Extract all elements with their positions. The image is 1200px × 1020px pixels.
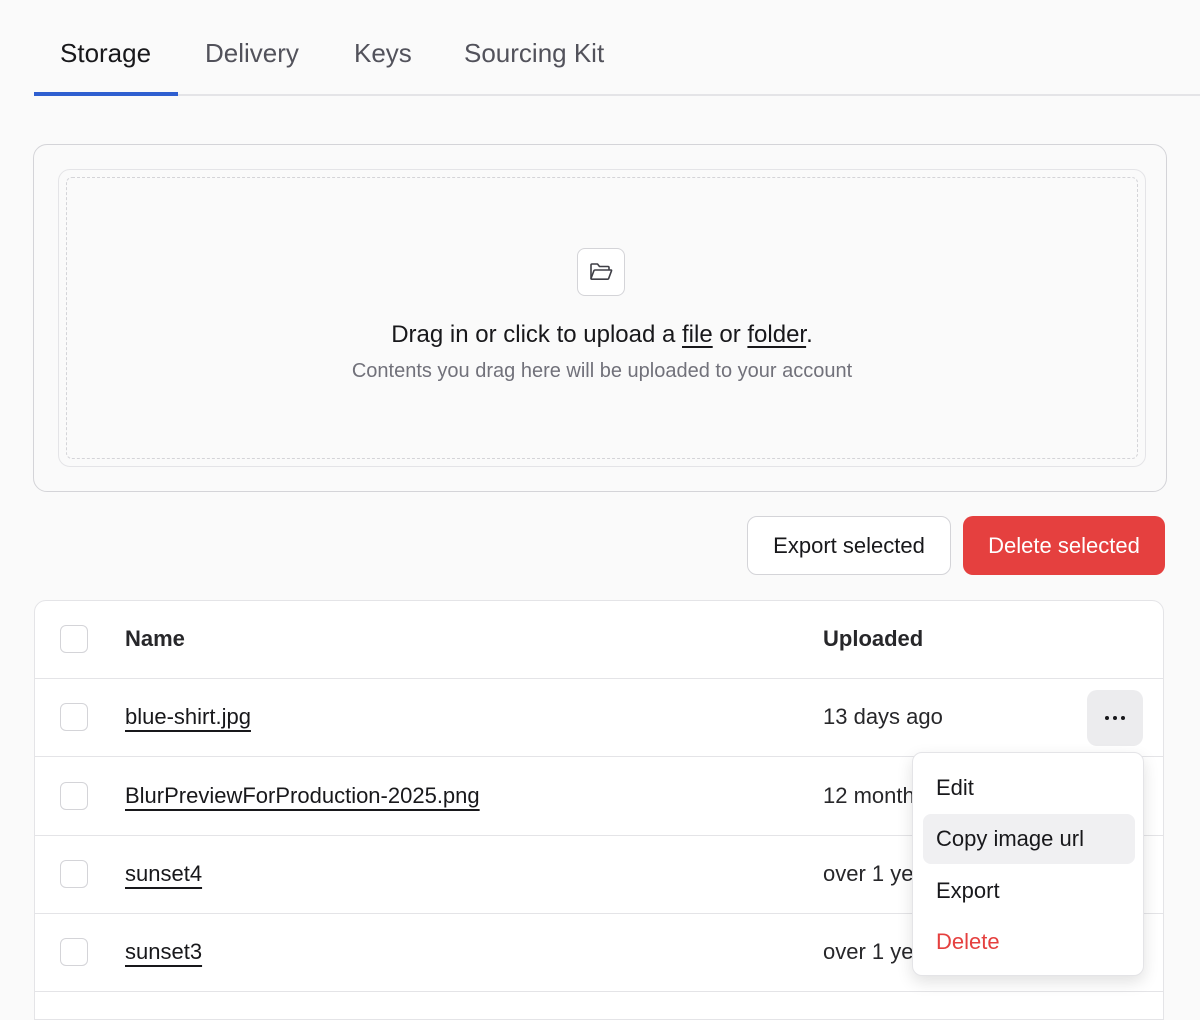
upload-title-prefix: Drag in or click to upload a — [391, 321, 683, 348]
upload-folder-link[interactable]: folder — [747, 321, 806, 348]
column-header-uploaded: Uploaded — [823, 626, 924, 651]
upload-title-mid: or — [712, 321, 748, 348]
select-all-checkbox[interactable] — [60, 625, 88, 653]
file-name-link[interactable]: sunset3 — [125, 939, 202, 965]
menu-item-export[interactable]: Export — [923, 866, 1135, 916]
uploaded-time: 13 days ago — [823, 704, 943, 729]
menu-item-edit[interactable]: Edit — [923, 763, 1135, 813]
file-name-link[interactable]: BlurPreviewForProduction-2025.png — [125, 783, 480, 809]
more-horizontal-icon — [1105, 716, 1125, 720]
row-checkbox[interactable] — [60, 938, 88, 966]
upload-instructions: Drag in or click to upload a file or fol… — [59, 321, 1145, 349]
tab-keys[interactable]: Keys — [354, 38, 412, 69]
folder-open-icon — [577, 248, 625, 296]
uploaded-time: over 1 ye — [823, 861, 914, 886]
delete-selected-button[interactable]: Delete selected — [963, 516, 1165, 575]
upload-subtitle: Contents you drag here will be uploaded … — [351, 360, 853, 382]
export-selected-button[interactable]: Export selected — [747, 516, 951, 575]
upload-card: Drag in or click to upload a file or fol… — [33, 144, 1167, 492]
upload-dropzone[interactable]: Drag in or click to upload a file or fol… — [58, 169, 1146, 467]
file-name-link[interactable]: sunset4 — [125, 861, 202, 887]
uploaded-time: 12 month — [823, 783, 915, 808]
row-checkbox[interactable] — [60, 860, 88, 888]
tab-delivery[interactable]: Delivery — [205, 38, 299, 69]
tab-storage[interactable]: Storage — [60, 38, 151, 69]
row-actions-menu: Edit Copy image url Export Delete — [912, 752, 1144, 976]
row-checkbox[interactable] — [60, 782, 88, 810]
row-actions-button[interactable] — [1087, 690, 1143, 746]
tab-bar: Storage Delivery Keys Sourcing Kit — [34, 0, 1200, 96]
menu-item-delete[interactable]: Delete — [923, 917, 1135, 967]
upload-file-link[interactable]: file — [682, 321, 713, 348]
menu-item-copy-image-url[interactable]: Copy image url — [923, 814, 1135, 864]
table-row: blue-shirt.jpg 13 days ago — [35, 679, 1163, 757]
upload-title-suffix: . — [806, 321, 813, 348]
file-name-link[interactable]: blue-shirt.jpg — [125, 704, 251, 730]
tab-sourcing-kit[interactable]: Sourcing Kit — [464, 38, 604, 69]
column-header-name: Name — [125, 626, 185, 651]
dropzone-dashed-border — [66, 177, 1138, 459]
active-tab-indicator — [34, 92, 178, 96]
table-header-row: Name Uploaded — [35, 601, 1163, 679]
row-checkbox[interactable] — [60, 703, 88, 731]
uploaded-time: over 1 ye — [823, 939, 914, 964]
